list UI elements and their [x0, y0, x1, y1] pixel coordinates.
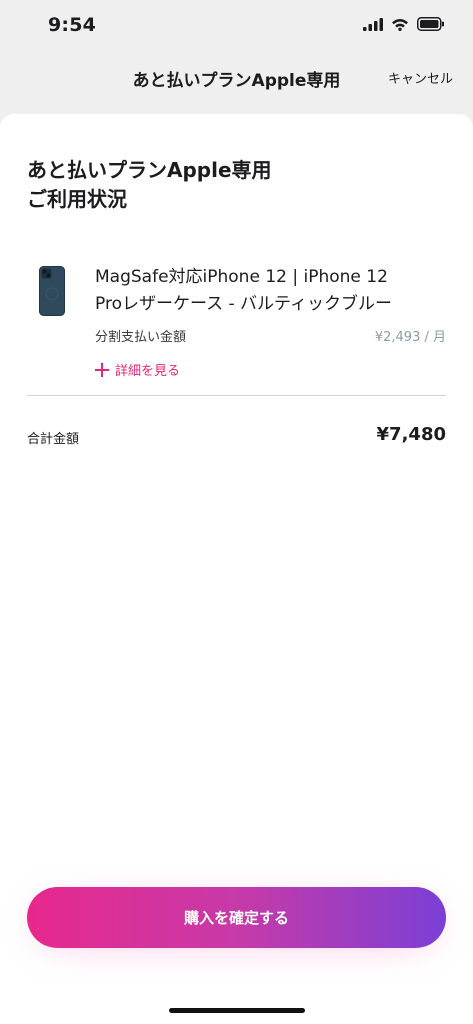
wifi-icon: [392, 18, 408, 31]
home-indicator[interactable]: [169, 1008, 305, 1013]
phone-case-thumbnail: [39, 266, 65, 316]
installment-label: 分割支払い金額: [95, 330, 187, 345]
view-details-link[interactable]: 詳細を見る: [95, 360, 180, 379]
cancel-button[interactable]: キャンセル: [388, 68, 453, 87]
confirm-purchase-button[interactable]: 購入を確定する: [27, 887, 446, 948]
product-row: MagSafe対応iPhone 12 | iPhone 12 Proレザーケース…: [27, 264, 446, 394]
page-title: あと払いプランApple専用 ご利用状況: [27, 156, 327, 214]
product-name-line2: Proレザーケース - バルティックブルー: [95, 294, 393, 314]
divider: [27, 395, 446, 396]
page-title-line1: あと払いプランApple専用: [27, 158, 272, 182]
product-name-line1: MagSafe対応iPhone 12 | iPhone 12: [95, 267, 388, 287]
page-title-line2: ご利用状況: [27, 187, 127, 211]
cellular-signal-icon: [363, 17, 383, 31]
installment-value: ¥2,493 / 月: [374, 330, 446, 345]
battery-icon: [417, 17, 444, 31]
main-card: あと払いプランApple専用 ご利用状況 MagSafe対応iPhone 12 …: [0, 114, 473, 1024]
view-details-label: 詳細を見る: [115, 364, 181, 379]
total-label: 合計金額: [27, 432, 80, 447]
plus-icon: [95, 362, 109, 377]
product-name: MagSafe対応iPhone 12 | iPhone 12 Proレザーケース…: [95, 264, 447, 318]
status-icons: [363, 17, 445, 31]
status-time: 9:54: [48, 14, 97, 36]
status-bar: 9:54: [0, 0, 473, 52]
total-value: ¥7,480: [376, 424, 446, 445]
sheet-header: あと払いプランApple専用 キャンセル: [0, 52, 473, 114]
